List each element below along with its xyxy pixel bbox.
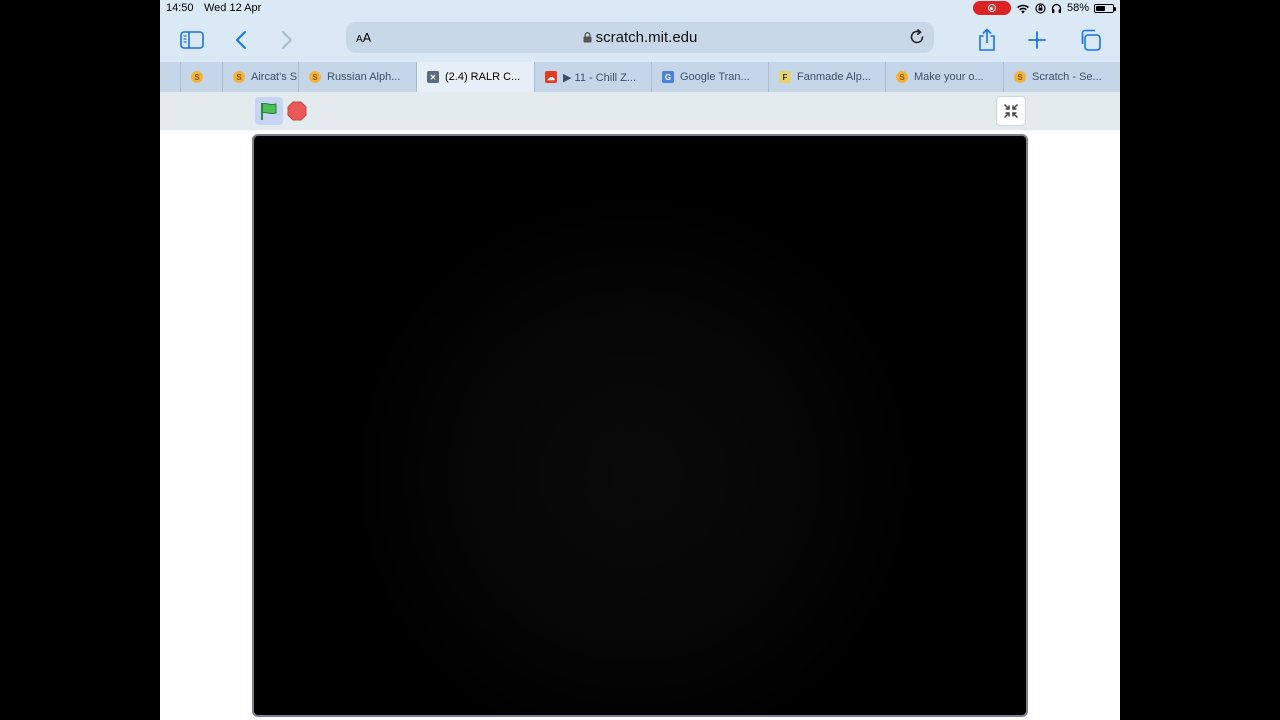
x-icon: ✕ xyxy=(427,71,439,83)
address-display[interactable]: scratch.mit.edu xyxy=(346,29,934,46)
address-bar[interactable]: AA scratch.mit.edu xyxy=(346,22,934,53)
stage-dim-glow xyxy=(354,196,914,715)
exit-fullscreen-icon xyxy=(1003,103,1019,119)
headphones-icon xyxy=(1051,3,1062,13)
sidebar-icon[interactable] xyxy=(176,24,208,56)
green-flag-button[interactable] xyxy=(255,97,283,125)
tab-strip: S S Aircat's S S Russian Alph... ✕ (2.4) RALR … xyxy=(160,62,1120,93)
scratch-icon: S xyxy=(1014,71,1026,83)
green-flag-icon xyxy=(261,102,277,120)
scratch-icon: S xyxy=(896,71,908,83)
plus-icon[interactable] xyxy=(1021,24,1053,56)
tab-label: Scratch - Se... xyxy=(1032,71,1102,83)
exit-fullscreen-button[interactable] xyxy=(996,96,1026,126)
battery-level-fill xyxy=(1096,5,1105,11)
tab-8[interactable]: S Scratch - Se... xyxy=(1003,62,1120,92)
battery-icon xyxy=(1094,3,1116,13)
tabs-overview-icon[interactable] xyxy=(1074,24,1106,56)
tab-label: Russian Alph... xyxy=(327,71,401,83)
tab-label: Google Tran... xyxy=(680,71,750,83)
battery-percentage: 58% xyxy=(1066,2,1089,14)
soundcloud-icon: ☁ xyxy=(545,71,557,83)
scratch-icon: S xyxy=(191,71,203,83)
tab-4[interactable]: ☁ ▶ 11 - Chill Z... xyxy=(534,62,651,92)
tab-label: ▶ 11 - Chill Z... xyxy=(563,71,637,84)
fandom-icon: F xyxy=(779,71,791,83)
tab-label: Make your o... xyxy=(914,71,984,83)
tab-label: (2.4) RALR C... xyxy=(445,71,521,83)
back-icon[interactable] xyxy=(225,24,257,56)
stop-sign-icon xyxy=(287,101,307,121)
tab-strip-overflow xyxy=(160,62,180,92)
forward-icon[interactable] xyxy=(271,24,303,56)
tab-5[interactable]: G Google Tran... xyxy=(651,62,768,92)
status-right-group: 58% xyxy=(972,1,1116,15)
browser-toolbar: AA scratch.mit.edu xyxy=(160,18,1120,62)
tab-label: Fanmade Alp... xyxy=(797,71,871,83)
ipad-screen: 14:50 Wed 12 Apr 58% AA scratch.mit.edu xyxy=(160,0,1120,720)
url-text: scratch.mit.edu xyxy=(595,29,698,46)
scratch-icon: S xyxy=(309,71,321,83)
orientation-lock-icon xyxy=(1035,2,1046,14)
google-translate-icon: G xyxy=(662,71,674,83)
scratch-controls-bar xyxy=(160,92,1120,130)
scratch-stage[interactable] xyxy=(252,134,1028,717)
stop-button[interactable] xyxy=(286,100,308,122)
tab-6[interactable]: F Fanmade Alp... xyxy=(768,62,885,92)
tab-2[interactable]: S Russian Alph... xyxy=(298,62,416,92)
tab-3[interactable]: ✕ (2.4) RALR C... xyxy=(416,62,534,92)
tab-label: Aircat's S xyxy=(251,71,298,83)
status-time: 14:50 xyxy=(166,2,194,14)
scratch-icon: S xyxy=(233,71,245,83)
screen-recording-icon xyxy=(972,1,1011,15)
share-icon[interactable] xyxy=(971,24,1003,56)
reload-icon[interactable] xyxy=(908,28,926,51)
wifi-icon xyxy=(1017,4,1029,13)
tab-7[interactable]: S Make your o... xyxy=(885,62,1003,92)
status-date: Wed 12 Apr xyxy=(204,2,262,14)
lock-icon xyxy=(583,32,592,43)
status-bar: 14:50 Wed 12 Apr 58% xyxy=(160,0,1120,18)
tab-0[interactable]: S xyxy=(180,62,222,92)
tab-1[interactable]: S Aircat's S xyxy=(222,62,298,92)
